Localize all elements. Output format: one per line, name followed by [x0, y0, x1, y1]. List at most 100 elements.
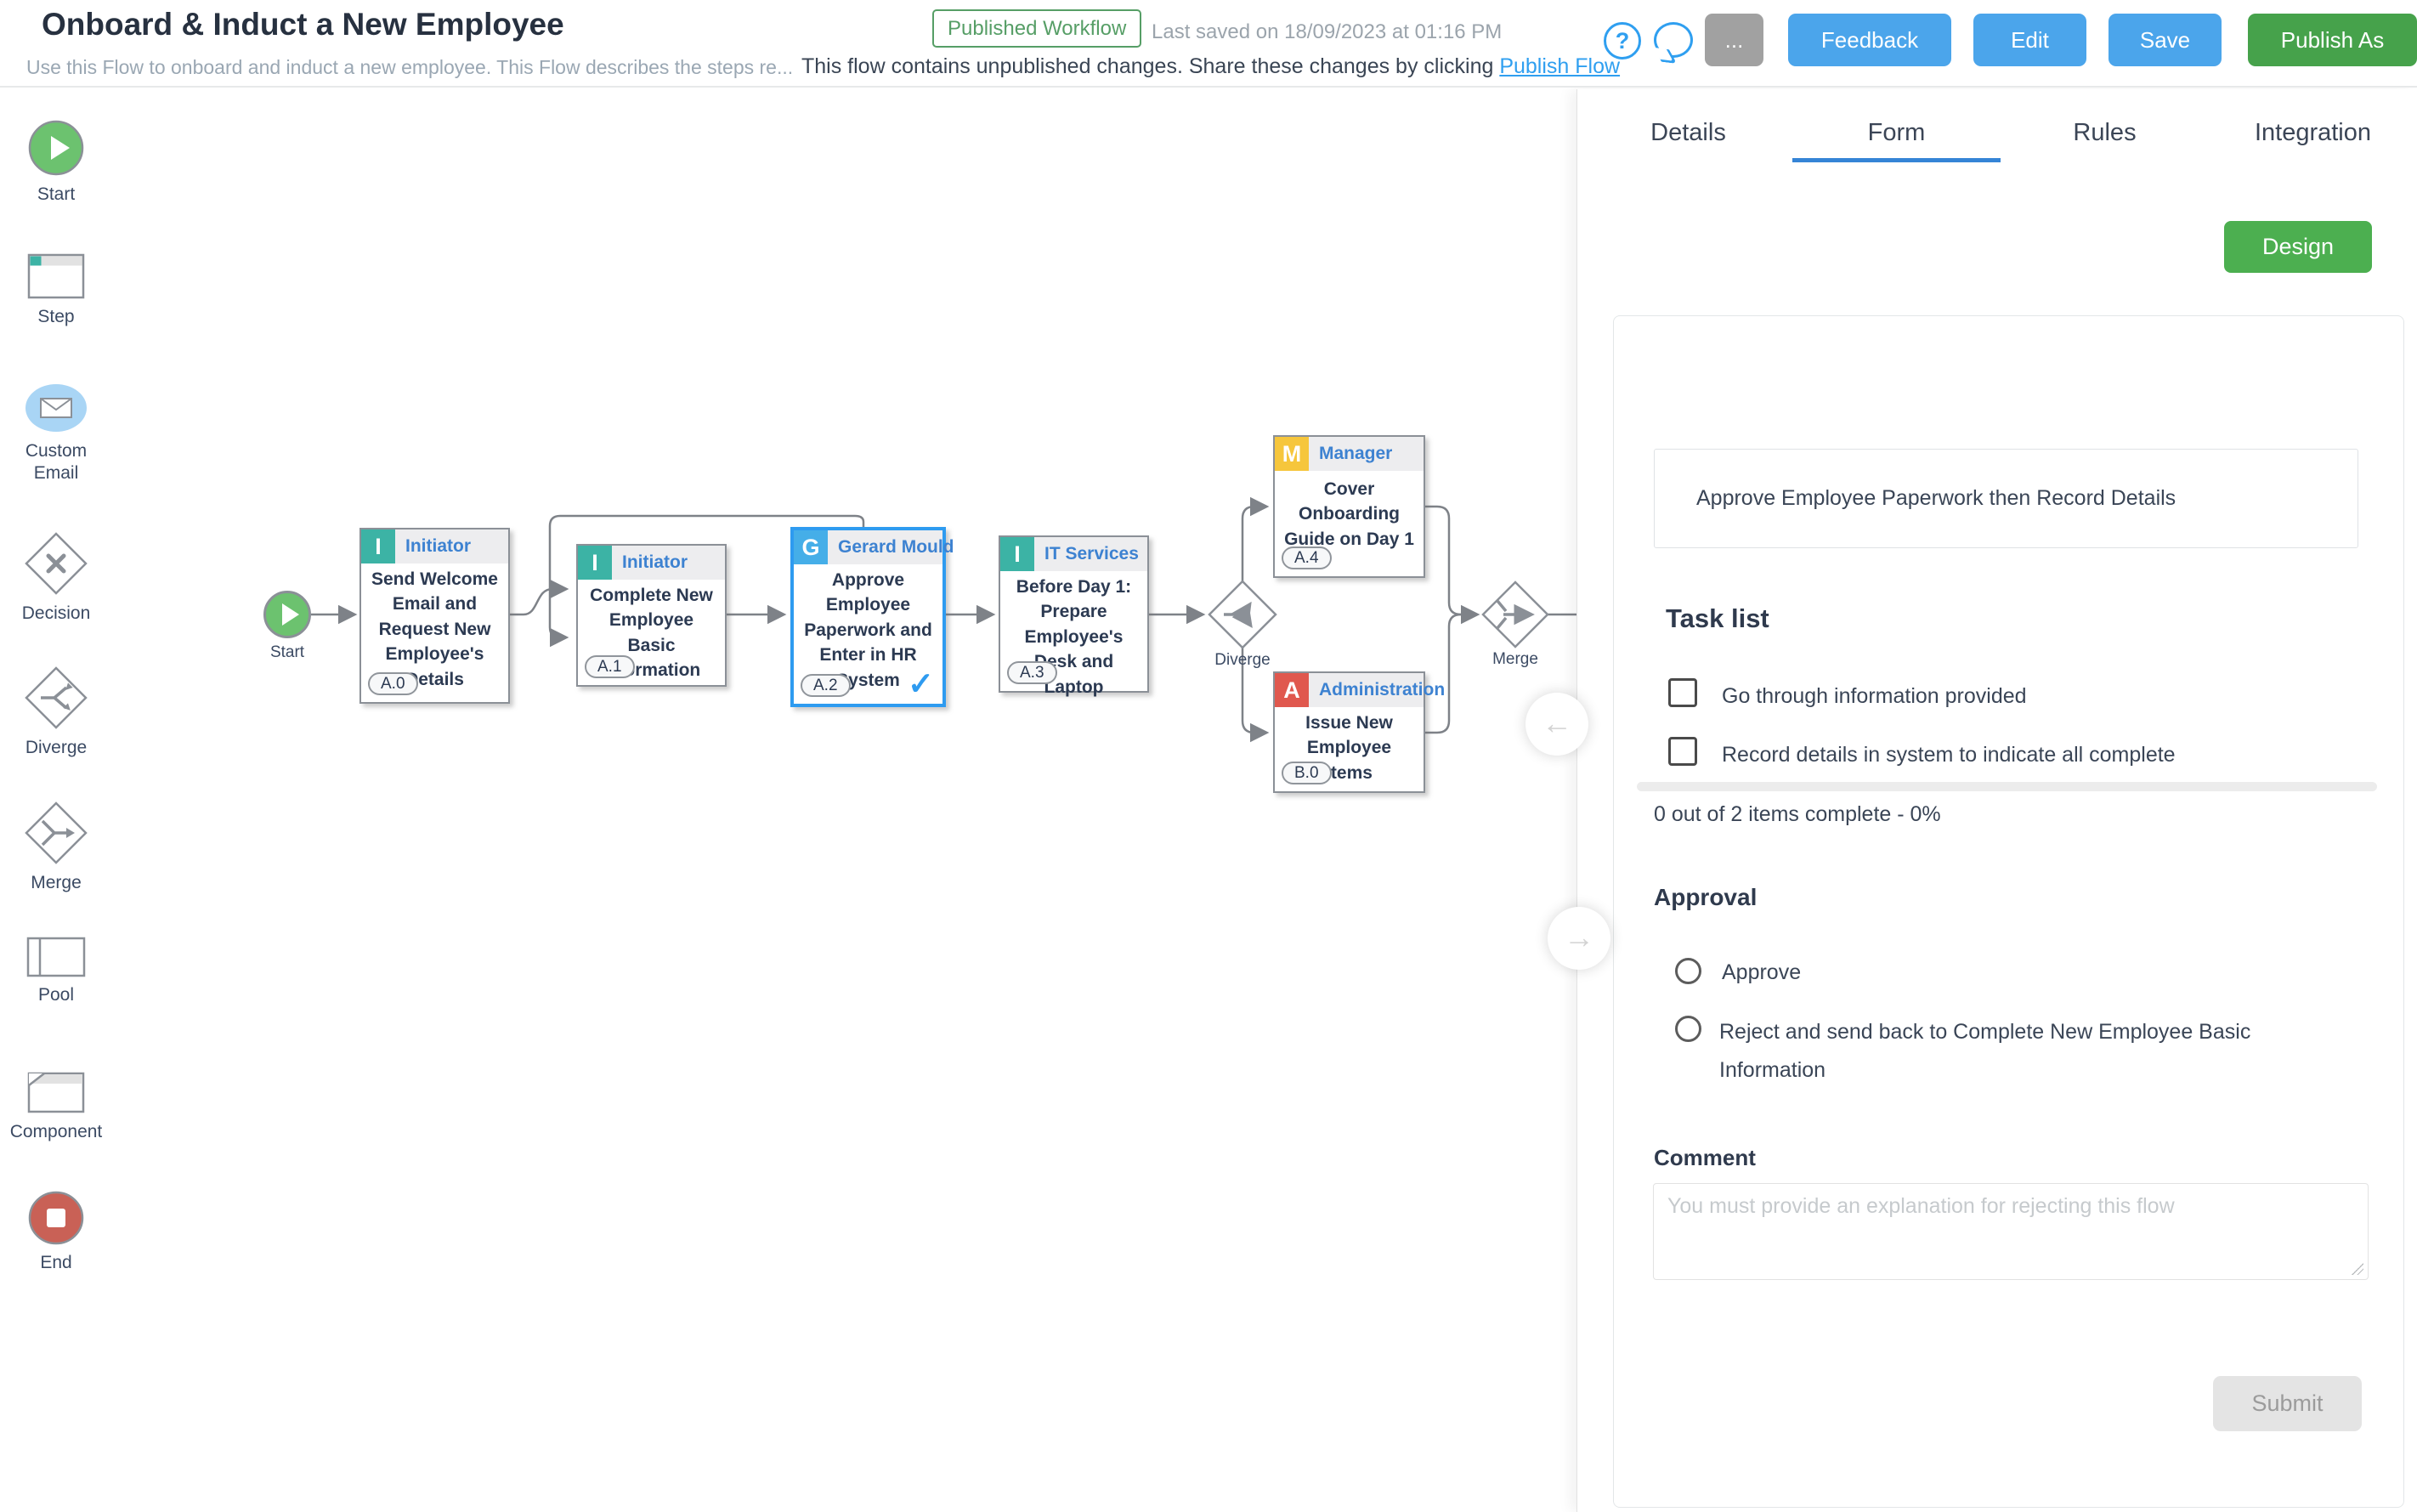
- merge-gateway[interactable]: [1483, 582, 1548, 647]
- palette-item-step[interactable]: Step: [8, 253, 104, 328]
- notice-text: This flow contains unpublished changes. …: [801, 54, 1499, 78]
- comment-textarea[interactable]: [1653, 1183, 2369, 1280]
- chat-icon[interactable]: [1654, 22, 1693, 58]
- panel-tabs: Details Form Rules Integration: [1584, 110, 2417, 159]
- form-card: Approve Employee Paperwork then Record D…: [1613, 315, 2404, 1508]
- feedback-button[interactable]: Feedback: [1788, 14, 1951, 66]
- node-header: M Manager: [1275, 437, 1424, 471]
- flow-node-a2-selected[interactable]: G Gerard Mould Approve Employee Paperwor…: [790, 527, 946, 707]
- more-button[interactable]: ...: [1705, 14, 1763, 66]
- role-letter-badge: I: [1000, 537, 1034, 571]
- tab-details[interactable]: Details: [1584, 110, 1792, 159]
- task-progress-bar: [1637, 782, 2377, 791]
- completed-check-icon: ✓: [908, 665, 934, 702]
- approve-label: Approve: [1722, 960, 1801, 985]
- merge-label: Merge: [1473, 650, 1558, 669]
- reject-label: Reject and send back to Complete New Emp…: [1719, 1013, 2314, 1090]
- node-code-badge: A.2: [801, 674, 851, 697]
- palette-item-start[interactable]: Start: [8, 119, 104, 206]
- task-checkbox-1[interactable]: [1668, 678, 1697, 707]
- palette-item-diverge[interactable]: Diverge: [8, 665, 104, 759]
- task-progress-text: 0 out of 2 items complete - 0%: [1654, 802, 1941, 827]
- role-letter-badge: G: [794, 530, 828, 564]
- end-node-icon: [28, 1191, 84, 1245]
- flow-node-a4[interactable]: M Manager Cover Onboarding Guide on Day …: [1273, 435, 1425, 578]
- node-code-badge: A.3: [1007, 661, 1057, 684]
- flow-node-a3[interactable]: I IT Services Before Day 1: Prepare Empl…: [999, 535, 1149, 693]
- last-saved-text: Last saved on 18/09/2023 at 01:16 PM: [1152, 20, 1502, 44]
- arrow-left-icon[interactable]: ←: [1542, 705, 1572, 740]
- role-name: Administration: [1319, 673, 1445, 707]
- tab-rules[interactable]: Rules: [2001, 110, 2209, 159]
- node-header: I Initiator: [578, 546, 725, 580]
- approval-heading: Approval: [1654, 884, 1757, 911]
- form-title-box: Approve Employee Paperwork then Record D…: [1654, 449, 2358, 548]
- flow-node-a1[interactable]: I Initiator Complete New Employee Basic …: [576, 544, 727, 687]
- node-code-badge: B.0: [1282, 762, 1332, 784]
- panel-expand-handle: →: [1548, 907, 1610, 970]
- palette-item-decision[interactable]: Decision: [8, 531, 104, 625]
- node-code-badge: A.0: [368, 672, 418, 695]
- step-node-icon: [27, 253, 85, 299]
- tab-integration[interactable]: Integration: [2209, 110, 2417, 159]
- palette-item-merge[interactable]: Merge: [8, 801, 104, 894]
- palette-item-custom-email[interactable]: Custom Email: [8, 382, 104, 484]
- diverge-gateway[interactable]: [1209, 581, 1276, 648]
- node-title: Before Day 1: Prepare Employee's Desk an…: [1000, 571, 1147, 722]
- role-letter-badge: M: [1275, 437, 1309, 471]
- status-badge: Published Workflow: [932, 9, 1141, 48]
- node-header: A Administration: [1275, 673, 1424, 707]
- task-label-2: Record details in system to indicate all…: [1722, 743, 2176, 767]
- component-node-icon: [26, 1067, 86, 1114]
- pool-node-icon: [26, 937, 86, 977]
- tab-form[interactable]: Form: [1792, 110, 2001, 159]
- role-name: Gerard Mould: [838, 530, 954, 564]
- arrow-right-icon[interactable]: →: [1564, 920, 1594, 954]
- node-header: I Initiator: [361, 529, 508, 563]
- task-label-1: Go through information provided: [1722, 684, 2027, 709]
- submit-button[interactable]: Submit: [2213, 1376, 2362, 1431]
- app-header: Onboard & Induct a New Employee Use this…: [0, 0, 2417, 88]
- decision-node-icon: [24, 531, 88, 596]
- reject-radio[interactable]: [1675, 1016, 1701, 1042]
- flow-canvas[interactable]: Start Step Custom Email Decision: [0, 89, 1576, 1512]
- flow-node-a0[interactable]: I Initiator Send Welcome Email and Reque…: [359, 528, 510, 704]
- role-letter-badge: A: [1275, 673, 1309, 707]
- role-name: Initiator: [405, 529, 471, 563]
- flow-start-event[interactable]: [263, 591, 311, 638]
- palette-item-pool[interactable]: Pool: [8, 937, 104, 1006]
- palette-item-component[interactable]: Component: [8, 1067, 104, 1143]
- flow-node-b0[interactable]: A Administration Issue New Employee Item…: [1273, 671, 1425, 793]
- role-letter-badge: I: [578, 546, 612, 580]
- node-title: Issue New Employee Items: [1275, 707, 1424, 807]
- palette-item-end[interactable]: End: [8, 1191, 104, 1274]
- workflow-app: Onboard & Induct a New Employee Use this…: [0, 0, 2417, 1512]
- publish-flow-link[interactable]: Publish Flow: [1499, 54, 1620, 78]
- panel-collapse-handle: ←: [1525, 693, 1588, 756]
- right-panel: Details Form Rules Integration Design Ap…: [1576, 89, 2417, 1512]
- role-name: Manager: [1319, 437, 1392, 471]
- save-button[interactable]: Save: [2109, 14, 2222, 66]
- custom-email-node-icon: [24, 382, 88, 433]
- approve-radio[interactable]: [1675, 958, 1701, 984]
- design-button[interactable]: Design: [2224, 221, 2372, 273]
- node-code-badge: A.4: [1282, 546, 1332, 569]
- role-letter-badge: I: [361, 529, 395, 563]
- unpublished-changes-notice: This flow contains unpublished changes. …: [801, 54, 1620, 79]
- task-list-heading: Task list: [1666, 603, 1769, 634]
- form-title: Approve Employee Paperwork then Record D…: [1696, 486, 2176, 511]
- publish-as-button[interactable]: Publish As: [2248, 14, 2417, 66]
- node-header: I IT Services: [1000, 537, 1147, 571]
- task-checkbox-2[interactable]: [1668, 737, 1697, 766]
- merge-node-icon: [24, 801, 88, 865]
- node-title: Complete New Employee Basic Information: [578, 580, 725, 705]
- help-icon[interactable]: ?: [1604, 22, 1641, 59]
- role-name: IT Services: [1044, 537, 1139, 571]
- start-event-label: Start: [245, 643, 330, 662]
- start-node-icon: [27, 119, 85, 177]
- node-header: G Gerard Mould: [794, 530, 942, 564]
- node-code-badge: A.1: [585, 655, 635, 678]
- edit-button[interactable]: Edit: [1973, 14, 2086, 66]
- page-subtitle: Use this Flow to onboard and induct a ne…: [26, 56, 793, 79]
- diverge-label: Diverge: [1200, 651, 1285, 670]
